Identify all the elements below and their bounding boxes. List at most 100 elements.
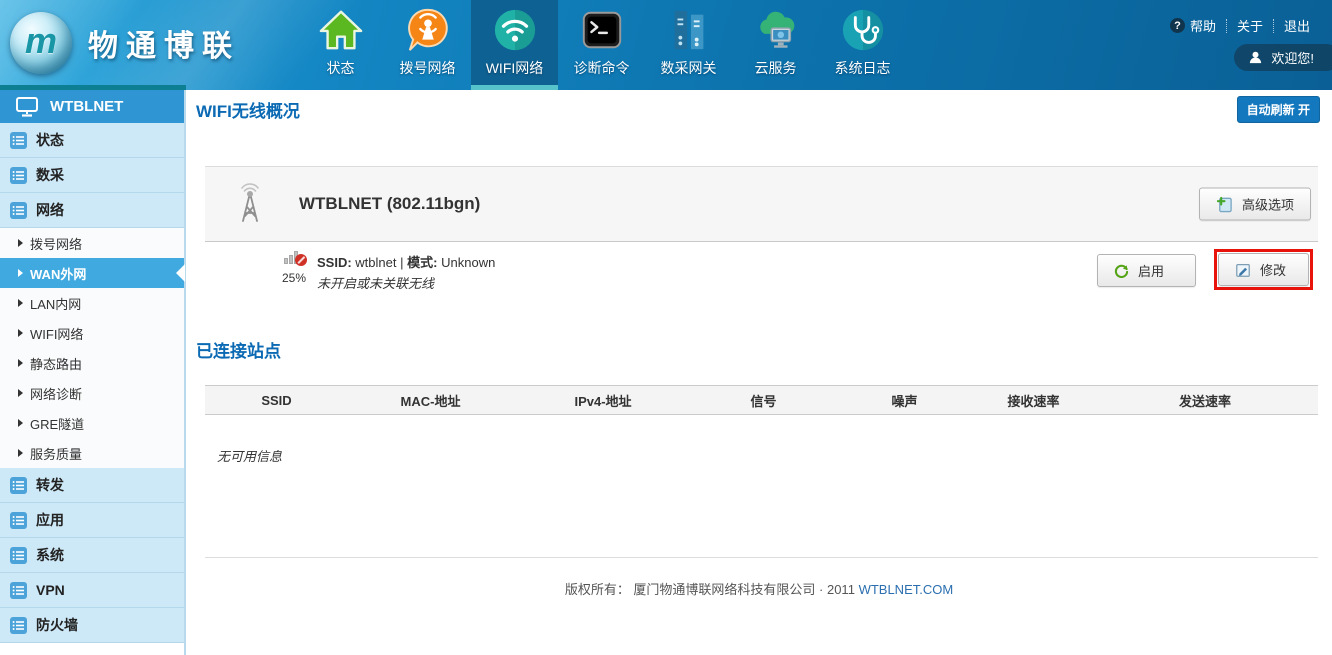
sidebar-item-wan[interactable]: WAN外网 — [0, 258, 184, 288]
ssid-info: SSID: wtblnet | 模式: Unknown 未开启或未关联无线 — [317, 252, 495, 294]
auto-refresh-toggle[interactable]: 自动刷新 开 — [1237, 96, 1320, 123]
welcome-badge[interactable]: 欢迎您! — [1234, 44, 1332, 71]
nav-tab-syslog[interactable]: 系统日志 — [819, 0, 906, 90]
sidebar-item-network[interactable]: 网络 — [0, 193, 184, 228]
sidebar-item-label: GRE隧道 — [30, 414, 84, 433]
main-content: WIFI无线概况 自动刷新 开 WTBLNET (802.11bgn) 高级选项 — [186, 90, 1332, 655]
caret-right-icon — [18, 239, 23, 247]
sidebar-item-firewall[interactable]: 防火墙 — [0, 608, 184, 643]
sidebar-item-label: 拨号网络 — [30, 234, 82, 253]
caret-right-icon — [18, 449, 23, 457]
col-ssid: SSID — [205, 393, 348, 408]
sidebar-item-apps[interactable]: 应用 — [0, 503, 184, 538]
mode-value: Unknown — [441, 255, 495, 270]
nav-tab-cloud[interactable]: 云服务 — [732, 0, 819, 90]
ssid-line: SSID: wtblnet | 模式: Unknown — [317, 252, 495, 273]
help-label: 帮助 — [1190, 16, 1216, 35]
welcome-label: 欢迎您! — [1271, 48, 1314, 67]
col-rx-rate: 接收速率 — [975, 391, 1092, 410]
sidebar-item-label: 服务质量 — [30, 444, 82, 463]
home-icon — [318, 7, 364, 53]
nav-label: 云服务 — [755, 58, 797, 78]
signal-disabled-icon — [284, 250, 304, 266]
signal-percent: 25% — [277, 271, 311, 285]
sidebar-item-qos[interactable]: 服务质量 — [0, 438, 184, 468]
nav-tab-gateway[interactable]: 数采网关 — [645, 0, 732, 90]
sidebar-item-gre[interactable]: GRE隧道 — [0, 408, 184, 438]
wifi-network-name: WTBLNET (802.11bgn) — [299, 194, 480, 214]
enable-button[interactable]: 启用 — [1097, 254, 1196, 287]
broadcast-bubble-icon — [405, 7, 451, 53]
empty-table-message: 无可用信息 — [217, 446, 282, 465]
footer: 版权所有： 厦门物通博联网络科技有限公司 · 2011 WTBLNET.COM — [186, 579, 1332, 598]
logo-sphere-icon: m — [10, 12, 72, 74]
sidebar-item-forwarding[interactable]: 转发 — [0, 468, 184, 503]
sidebar-item-diagnostics[interactable]: 网络诊断 — [0, 378, 184, 408]
copyright-text: 版权所有： 厦门物通博联网络科技有限公司 · 2011 — [565, 582, 855, 597]
signal-block: 25% — [277, 250, 311, 285]
sidebar-item-label: 网络 — [36, 200, 64, 220]
sidebar-item-static-routes[interactable]: 静态路由 — [0, 348, 184, 378]
ssid-value: wtblnet — [355, 255, 396, 270]
sidebar-item-label: 应用 — [36, 510, 64, 530]
sidebar-item-label: 状态 — [36, 130, 64, 150]
stations-table-header: SSID MAC-地址 IPv4-地址 信号 噪声 接收速率 发送速率 — [205, 385, 1318, 415]
ssid-separator: | — [400, 255, 403, 270]
monitor-icon — [15, 96, 39, 118]
sidebar-item-lan[interactable]: LAN内网 — [0, 288, 184, 318]
nav-tab-diagnostics[interactable]: 诊断命令 — [558, 0, 645, 90]
ssid-label: SSID: — [317, 255, 352, 270]
sidebar-item-dialup[interactable]: 拨号网络 — [0, 228, 184, 258]
sidebar-item-label: 转发 — [36, 475, 64, 495]
sidebar-item-system[interactable]: 系统 — [0, 538, 184, 573]
list-icon — [10, 547, 27, 564]
sidebar-item-label: 防火墙 — [36, 615, 78, 635]
brand-name: 物通博联 — [88, 21, 240, 65]
stations-section-title: 已连接站点 — [196, 337, 281, 362]
advanced-options-button[interactable]: 高级选项 — [1199, 188, 1311, 221]
logout-label: 退出 — [1284, 16, 1310, 35]
wifi-icon — [492, 7, 538, 53]
caret-right-icon — [18, 299, 23, 307]
nav-label: WIFI网络 — [486, 58, 544, 78]
logout-link[interactable]: 退出 — [1274, 16, 1320, 35]
nav-tab-dialup[interactable]: 拨号网络 — [384, 0, 471, 90]
user-icon — [1248, 50, 1263, 65]
terminal-icon — [579, 7, 625, 53]
sidebar-item-label: LAN内网 — [30, 294, 81, 313]
header-links: ? 帮助 关于 退出 — [1160, 16, 1320, 35]
highlight-box: 修改 — [1214, 249, 1313, 290]
caret-right-icon — [18, 329, 23, 337]
sidebar-item-vpn[interactable]: VPN — [0, 573, 184, 608]
list-icon — [10, 512, 27, 529]
list-icon — [10, 477, 27, 494]
auto-refresh-label: 自动刷新 — [1247, 103, 1295, 117]
wifi-panel-body: 25% SSID: wtblnet | 模式: Unknown 未开启或未关联无… — [205, 242, 1318, 314]
page-title: WIFI无线概况 — [196, 97, 300, 122]
edit-icon — [1235, 262, 1251, 278]
question-icon: ? — [1170, 18, 1185, 33]
help-link[interactable]: ? 帮助 — [1160, 16, 1226, 35]
nav-tab-status[interactable]: 状态 — [297, 0, 384, 90]
nav-tab-wifi[interactable]: WIFI网络 — [471, 0, 558, 90]
wifi-panel-header: WTBLNET (802.11bgn) 高级选项 — [205, 166, 1318, 242]
sidebar-item-label: 系统 — [36, 545, 64, 565]
sidebar-item-daq[interactable]: 数采 — [0, 158, 184, 193]
device-name: WTBLNET — [50, 98, 123, 115]
cloud-monitor-icon — [753, 7, 799, 53]
refresh-icon — [1114, 263, 1129, 278]
footer-link[interactable]: WTBLNET.COM — [859, 582, 954, 597]
about-label: 关于 — [1237, 16, 1263, 35]
modify-label: 修改 — [1260, 260, 1286, 279]
no-signal-icon — [295, 254, 307, 266]
modify-button[interactable]: 修改 — [1218, 253, 1309, 286]
sidebar-item-status[interactable]: 状态 — [0, 123, 184, 158]
sidebar-item-wifi[interactable]: WIFI网络 — [0, 318, 184, 348]
page-plus-icon — [1216, 196, 1233, 213]
nav-label: 系统日志 — [835, 58, 891, 78]
about-link[interactable]: 关于 — [1227, 16, 1273, 35]
logo-glyph: m — [25, 23, 57, 59]
caret-right-icon — [18, 359, 23, 367]
nav-label: 状态 — [327, 58, 355, 78]
list-icon — [10, 202, 27, 219]
